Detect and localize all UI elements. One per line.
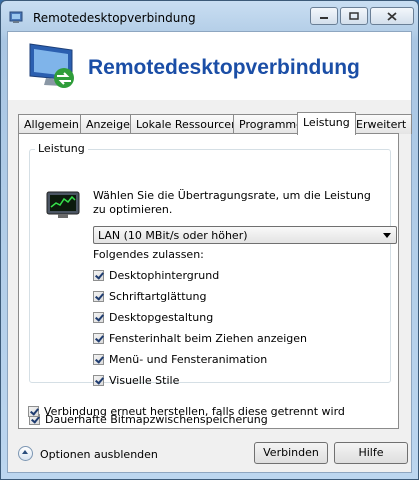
checkbox-label: Schriftartglättung bbox=[109, 289, 207, 303]
checkbox-checked-icon[interactable] bbox=[28, 405, 39, 417]
window-title: Remotedesktopverbindung bbox=[33, 11, 196, 25]
tab-leistung[interactable]: Leistung bbox=[297, 112, 356, 135]
checkbox-schriftartglaettung[interactable]: Schriftartglättung bbox=[93, 289, 206, 303]
minimize-icon bbox=[320, 17, 328, 19]
footer: Optionen ausblenden Verbinden Hilfe bbox=[8, 432, 411, 472]
close-button[interactable] bbox=[370, 7, 414, 25]
checkbox-checked-icon[interactable] bbox=[93, 332, 104, 344]
tab-lokale-ressourcen[interactable]: Lokale Ressourcen bbox=[130, 114, 245, 134]
connection-speed-select[interactable]: LAN (10 MBit/s oder höher) bbox=[93, 226, 397, 244]
minimize-button[interactable] bbox=[310, 7, 338, 25]
checkbox-label: Verbindung erneut herstellen, falls dies… bbox=[44, 404, 345, 418]
checkbox-label: Menü- und Fensteranimation bbox=[109, 352, 268, 366]
maximize-button[interactable] bbox=[340, 7, 368, 25]
banner-title: Remotedesktopverbindung bbox=[88, 56, 360, 79]
checkbox-reconnect[interactable]: Verbindung erneut herstellen, falls dies… bbox=[28, 404, 345, 418]
collapse-options-icon[interactable] bbox=[18, 446, 33, 461]
app-window: Remotedesktopverbindung Remotedesktopver… bbox=[0, 0, 419, 480]
tab-erweitert[interactable]: Erweitert bbox=[350, 114, 413, 134]
checkbox-label: Desktopgestaltung bbox=[109, 310, 214, 324]
chevron-down-icon bbox=[383, 233, 391, 238]
checkbox-fensterinhalt[interactable]: Fensterinhalt beim Ziehen anzeigen bbox=[93, 331, 307, 345]
performance-monitor-icon bbox=[46, 191, 80, 218]
tab-panel-leistung: Leistung Wählen Sie die Übertragungsrate… bbox=[18, 133, 399, 429]
speed-description: Wählen Sie die Übertragungsrate, um die … bbox=[93, 189, 371, 216]
connect-button[interactable]: Verbinden bbox=[254, 442, 328, 464]
header-banner: Remotedesktopverbindung bbox=[8, 32, 411, 100]
hide-options-link[interactable]: Optionen ausblenden bbox=[40, 448, 158, 461]
checkbox-checked-icon[interactable] bbox=[93, 269, 104, 281]
title-bar[interactable]: Remotedesktopverbindung bbox=[1, 1, 418, 33]
checkbox-desktophintergrund[interactable]: Desktophintergrund bbox=[93, 268, 219, 282]
maximize-icon bbox=[349, 12, 359, 20]
tab-anzeige[interactable]: Anzeige bbox=[80, 114, 136, 134]
checkbox-checked-icon[interactable] bbox=[93, 311, 104, 323]
connection-speed-value: LAN (10 MBit/s oder höher) bbox=[98, 229, 248, 242]
checkbox-checked-icon[interactable] bbox=[93, 290, 104, 302]
checkbox-label: Visuelle Stile bbox=[109, 373, 180, 387]
checkbox-visuelle-stile[interactable]: Visuelle Stile bbox=[93, 373, 179, 387]
help-button[interactable]: Hilfe bbox=[334, 442, 408, 464]
group-label: Leistung bbox=[35, 142, 88, 155]
tab-allgemein[interactable]: Allgemein bbox=[18, 114, 85, 134]
close-icon bbox=[387, 11, 397, 21]
remote-desktop-icon bbox=[29, 43, 74, 88]
checkbox-label: Desktophintergrund bbox=[109, 268, 220, 282]
allow-label: Folgendes zulassen: bbox=[93, 248, 204, 261]
dialog-body: Remotedesktopverbindung Allgemein Anzeig… bbox=[7, 31, 413, 473]
checkbox-desktopgestaltung[interactable]: Desktopgestaltung bbox=[93, 310, 213, 324]
checkbox-menue-animation[interactable]: Menü- und Fensteranimation bbox=[93, 352, 267, 366]
performance-group bbox=[29, 149, 391, 383]
remote-desktop-icon bbox=[9, 11, 23, 23]
checkbox-checked-icon[interactable] bbox=[93, 353, 104, 365]
checkbox-label: Fensterinhalt beim Ziehen anzeigen bbox=[109, 331, 308, 345]
checkbox-checked-icon[interactable] bbox=[93, 374, 104, 386]
